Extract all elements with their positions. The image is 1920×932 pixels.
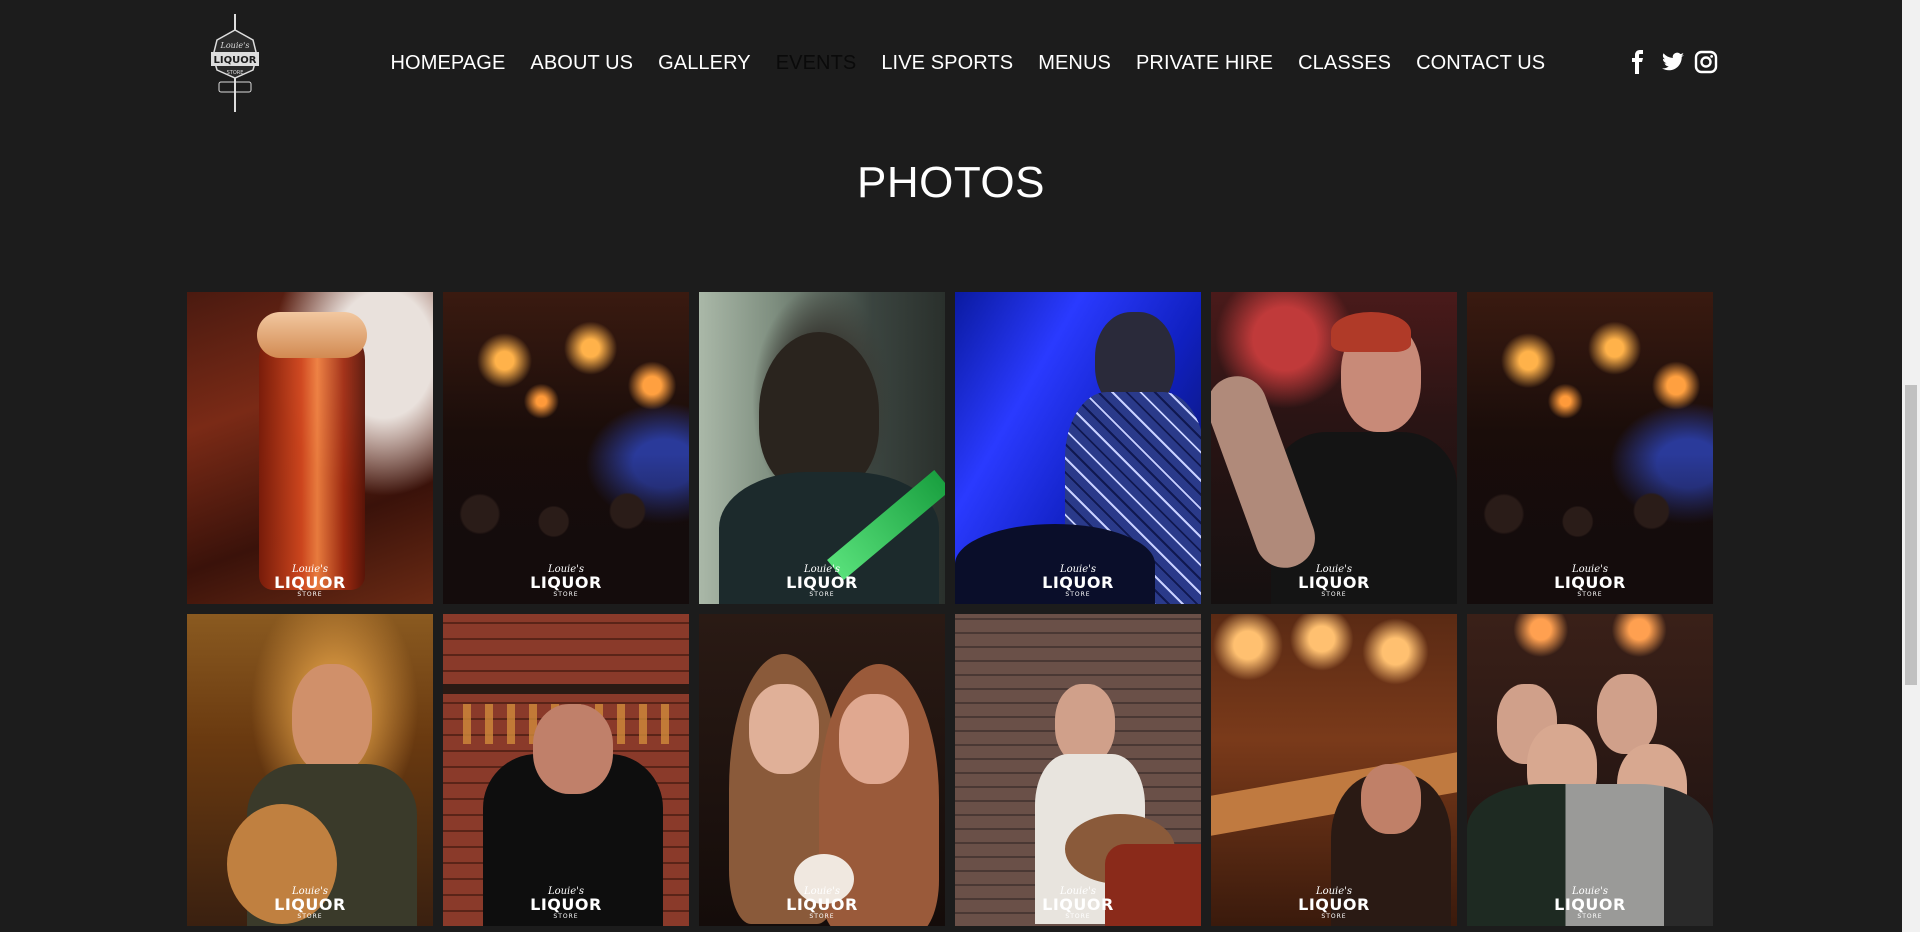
photo-image [955, 614, 1201, 926]
watermark-title: LIQUOR [786, 573, 858, 592]
photo-image [955, 292, 1201, 604]
watermark-sub: STORE [1321, 591, 1347, 598]
watermark-sub: STORE [809, 591, 835, 598]
gallery-photo[interactable]: Louie's LIQUOR STORE [1467, 292, 1713, 604]
scrollbar-thumb[interactable] [1905, 385, 1917, 685]
watermark-title: LIQUOR [530, 573, 602, 592]
gallery-photo[interactable]: Louie's LIQUOR STORE [699, 292, 945, 604]
gallery-photo[interactable]: Louie's LIQUOR STORE [1467, 614, 1713, 926]
photo-gallery: Louie's LIQUOR STORE Louie's LIQUOR STOR… [187, 292, 1713, 926]
gallery-photo[interactable]: Louie's LIQUOR STORE [1211, 614, 1457, 926]
instagram-icon[interactable] [1694, 50, 1718, 74]
watermark-title: LIQUOR [1554, 895, 1626, 914]
photo-image [187, 292, 433, 604]
nav-item-classes[interactable]: CLASSES [1286, 46, 1404, 80]
photo-image [1467, 292, 1713, 604]
watermark-title: LIQUOR [1298, 895, 1370, 914]
svg-text:LIQUOR: LIQUOR [214, 55, 257, 66]
main-nav: HOMEPAGE ABOUT US GALLERY EVENTS LIVE SPORTS… [378, 46, 1558, 80]
photo-watermark: Louie's LIQUOR STORE [1467, 887, 1713, 920]
photo-image [443, 292, 689, 604]
photo-watermark: Louie's LIQUOR STORE [955, 565, 1201, 598]
gallery-photo[interactable]: Louie's LIQUOR STORE [187, 614, 433, 926]
nav-item-menus[interactable]: MENUS [1026, 46, 1124, 80]
gallery-photo[interactable]: Louie's LIQUOR STORE [699, 614, 945, 926]
watermark-title: LIQUOR [1554, 573, 1626, 592]
watermark-title: LIQUOR [786, 895, 858, 914]
nav-item-private-hire[interactable]: PRIVATE HIRE [1123, 46, 1285, 80]
photo-image [699, 614, 945, 926]
gallery-photo[interactable]: Louie's LIQUOR STORE [443, 614, 689, 926]
facebook-icon[interactable] [1626, 50, 1650, 74]
photo-image [699, 292, 945, 604]
photo-watermark: Louie's LIQUOR STORE [955, 887, 1201, 920]
watermark-title: LIQUOR [274, 573, 346, 592]
watermark-sub: STORE [1065, 591, 1091, 598]
watermark-sub: STORE [809, 913, 835, 920]
watermark-sub: STORE [1577, 913, 1603, 920]
photo-watermark: Louie's LIQUOR STORE [187, 887, 433, 920]
scrollbar[interactable] [1902, 0, 1920, 932]
watermark-title: LIQUOR [274, 895, 346, 914]
page-title: PHOTOS [856, 158, 1045, 207]
watermark-sub: STORE [1321, 913, 1347, 920]
gallery-photo[interactable]: Louie's LIQUOR STORE [955, 614, 1201, 926]
twitter-icon[interactable] [1660, 50, 1684, 74]
watermark-title: LIQUOR [1042, 573, 1114, 592]
watermark-sub: STORE [1577, 591, 1603, 598]
watermark-title: LIQUOR [530, 895, 602, 914]
photo-watermark: Louie's LIQUOR STORE [1211, 565, 1457, 598]
photo-watermark: Louie's LIQUOR STORE [187, 565, 433, 598]
photo-image [1211, 292, 1457, 604]
watermark-sub: STORE [297, 913, 323, 920]
watermark-sub: STORE [553, 591, 579, 598]
svg-text:Louie's: Louie's [220, 41, 250, 50]
photo-watermark: Louie's LIQUOR STORE [443, 565, 689, 598]
watermark-title: LIQUOR [1298, 573, 1370, 592]
photo-watermark: Louie's LIQUOR STORE [699, 887, 945, 920]
gallery-photo[interactable]: Louie's LIQUOR STORE [955, 292, 1201, 604]
watermark-sub: STORE [297, 591, 323, 598]
nav-item-gallery[interactable]: GALLERY [646, 46, 764, 80]
site-logo[interactable]: LIQUOR Louie's STORE [205, 12, 265, 114]
gallery-photo[interactable]: Louie's LIQUOR STORE [443, 292, 689, 604]
nav-item-contact-us[interactable]: CONTACT US [1404, 46, 1558, 80]
watermark-title: LIQUOR [1042, 895, 1114, 914]
nav-item-about-us[interactable]: ABOUT US [518, 46, 646, 80]
watermark-sub: STORE [553, 913, 579, 920]
photo-watermark: Louie's LIQUOR STORE [1467, 565, 1713, 598]
svg-text:STORE: STORE [227, 70, 244, 76]
photo-watermark: Louie's LIQUOR STORE [1211, 887, 1457, 920]
gallery-photo[interactable]: Louie's LIQUOR STORE [187, 292, 433, 604]
nav-item-homepage[interactable]: HOMEPAGE [378, 46, 518, 80]
site-header: LIQUOR Louie's STORE HOMEPAGE ABOUT US GAL… [0, 0, 1902, 120]
watermark-sub: STORE [1065, 913, 1091, 920]
nav-item-live-sports[interactable]: LIVE SPORTS [869, 46, 1026, 80]
nav-item-events[interactable]: EVENTS [763, 46, 869, 80]
photo-image [187, 614, 433, 926]
photo-watermark: Louie's LIQUOR STORE [443, 887, 689, 920]
photo-image [443, 614, 689, 926]
social-links [1626, 50, 1718, 74]
photo-image [1467, 614, 1713, 926]
gallery-photo[interactable]: Louie's LIQUOR STORE [1211, 292, 1457, 604]
photo-image [1211, 614, 1457, 926]
photo-watermark: Louie's LIQUOR STORE [699, 565, 945, 598]
